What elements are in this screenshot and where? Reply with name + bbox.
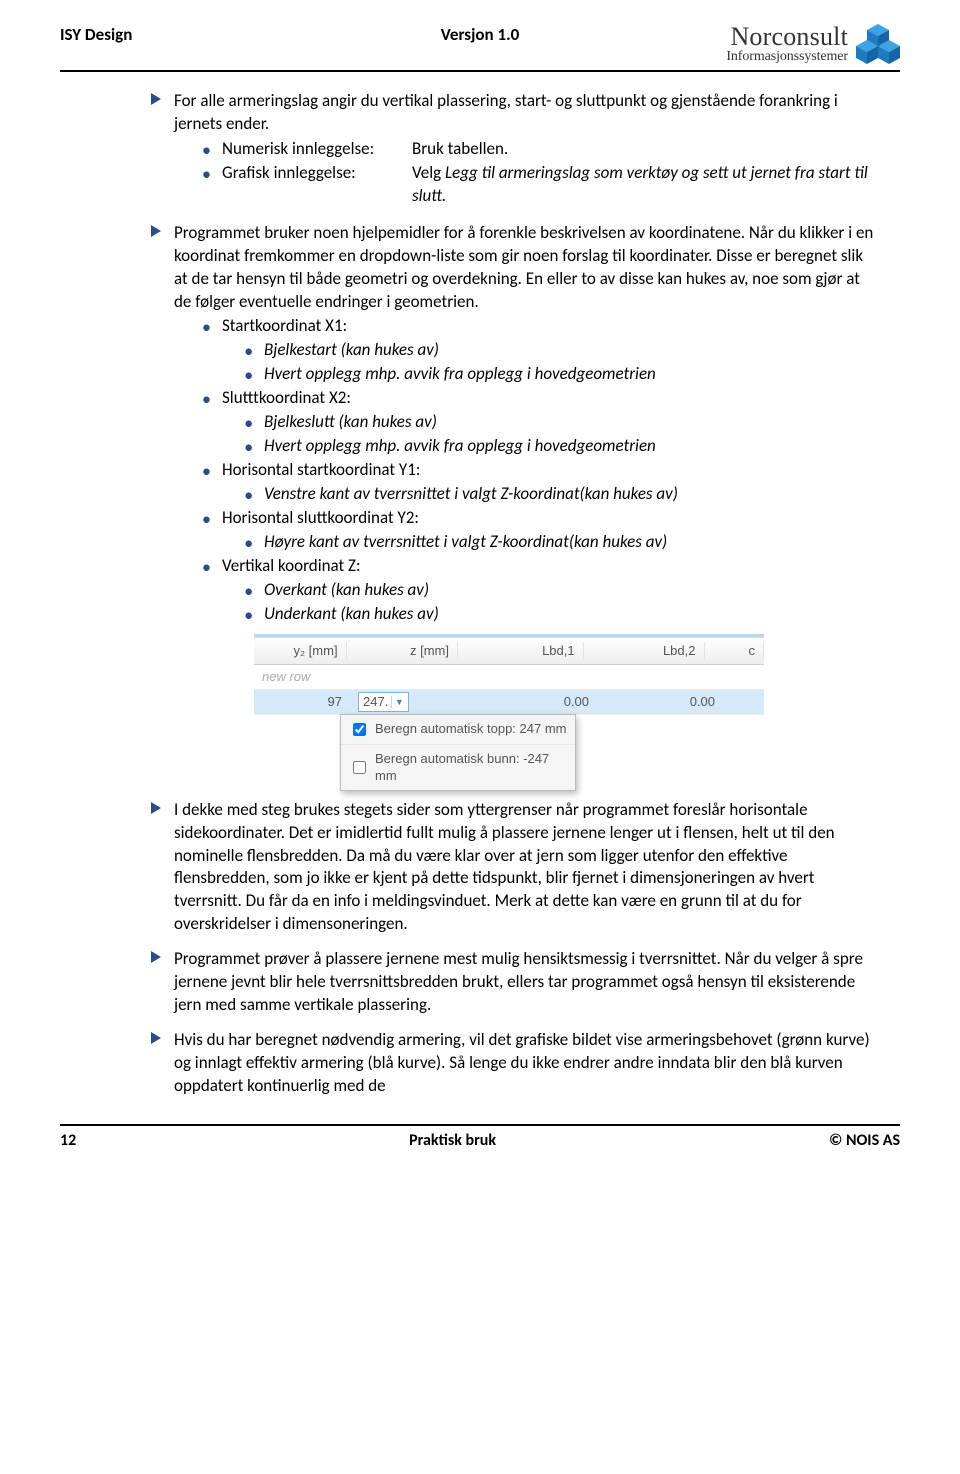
arrow-icon xyxy=(150,222,174,787)
list-item: Hvert opplegg mhp. avvik fra opplegg i h… xyxy=(244,363,880,386)
dropdown[interactable]: Beregn automatisk topp: 247 mm Beregn au… xyxy=(340,714,576,791)
arrow-icon xyxy=(150,1029,174,1098)
logo-title: Norconsult xyxy=(726,24,848,50)
list-item: Numerisk innleggelse: Bruk tabellen. xyxy=(202,138,880,161)
list-item: Bjelkeslutt (kan hukes av) xyxy=(244,411,880,434)
list-item: Høyre kant av tverrsnittet i valgt Z-koo… xyxy=(244,531,880,554)
dropdown-option[interactable]: Beregn automatisk bunn: -247 mm xyxy=(341,745,575,790)
arrow-icon xyxy=(150,948,174,1017)
paragraph: I dekke med steg brukes stegets sider so… xyxy=(174,799,880,937)
arrow-icon xyxy=(150,799,174,937)
doc-title-center: Versjon 1.0 xyxy=(441,24,520,47)
list-item: Hvert opplegg mhp. avvik fra opplegg i h… xyxy=(244,435,880,458)
page-number: 12 xyxy=(60,1130,76,1152)
cell[interactable]: 97 xyxy=(254,693,350,711)
list-item: Vertikal koordinat Z: Overkant (kan huke… xyxy=(202,555,880,626)
input-value: 247. xyxy=(363,693,388,711)
column-header[interactable]: Lbd,1 xyxy=(458,642,584,660)
value: Velg Legg til armeringslag som verktøy o… xyxy=(412,162,880,208)
checkbox[interactable] xyxy=(353,761,366,774)
list-item: Slutttkoordinat X2: Bjelkeslutt (kan huk… xyxy=(202,387,880,458)
paragraph: Hvis du har beregnet nødvendig armering,… xyxy=(174,1029,880,1098)
cell[interactable]: 0.00 xyxy=(466,693,597,711)
list-item: Venstre kant av tverrsnittet i valgt Z-k… xyxy=(244,483,880,506)
list-item: Grafisk innleggelse: Velg Legg til armer… xyxy=(202,162,880,208)
table-row-new[interactable]: new row xyxy=(254,665,764,690)
checkbox[interactable] xyxy=(353,723,366,736)
text: Programmet bruker noen hjelpemidler for … xyxy=(174,222,873,312)
list-item: Horisontal startkoordinat Y1: Venstre ka… xyxy=(202,459,880,506)
list-item: Overkant (kan hukes av) xyxy=(244,579,880,602)
header-divider xyxy=(60,70,900,72)
footer-center: Praktisk bruk xyxy=(409,1130,496,1152)
cell[interactable]: 0.00 xyxy=(597,693,723,711)
doc-title-left: ISY Design xyxy=(60,24,132,47)
list-item: Startkoordinat X1: Bjelkestart (kan huke… xyxy=(202,315,880,386)
dropdown-option[interactable]: Beregn automatisk topp: 247 mm xyxy=(341,715,575,745)
chevron-down-icon[interactable]: ▼ xyxy=(391,696,406,708)
list-item: Bjelkestart (kan hukes av) xyxy=(244,339,880,362)
label: Numerisk innleggelse: xyxy=(222,138,412,161)
text: Velg xyxy=(412,162,445,183)
label: Grafisk innleggelse: xyxy=(222,162,412,208)
list-item: Horisontal sluttkoordinat Y2: Høyre kant… xyxy=(202,507,880,554)
column-header[interactable]: Lbd,2 xyxy=(584,642,705,660)
z-input[interactable]: 247. ▼ xyxy=(358,692,409,712)
logo: Norconsult Informasjonssystemer xyxy=(726,24,900,64)
list-item: Underkant (kan hukes av) xyxy=(244,603,880,626)
option-label: Beregn automatisk topp: 247 mm xyxy=(375,720,567,738)
cubes-icon xyxy=(856,24,900,64)
paragraph: For alle armeringslag angir du vertikal … xyxy=(174,90,880,210)
column-header[interactable]: y₂ [mm] xyxy=(254,642,347,660)
footer-divider xyxy=(60,1124,900,1126)
paragraph: Programmet prøver å plassere jernene mes… xyxy=(174,948,880,1017)
paragraph: Programmet bruker noen hjelpemidler for … xyxy=(174,222,880,787)
arrow-icon xyxy=(150,90,174,210)
option-label: Beregn automatisk bunn: -247 mm xyxy=(375,750,567,785)
column-header[interactable]: z [mm] xyxy=(347,642,458,660)
cell-z[interactable]: 247. ▼ Beregn automatisk topp: 247 mm xyxy=(350,692,466,712)
table-header: y₂ [mm] z [mm] Lbd,1 Lbd,2 c xyxy=(254,637,764,665)
column-header[interactable]: c xyxy=(705,642,765,660)
logo-subtitle: Informasjonssystemer xyxy=(726,50,848,64)
value: Bruk tabellen. xyxy=(412,138,508,161)
text: For alle armeringslag angir du vertikal … xyxy=(174,90,838,134)
text: Legg til armeringslag som verktøy og set… xyxy=(412,162,868,206)
embedded-grid: y₂ [mm] z [mm] Lbd,1 Lbd,2 c new row 97 xyxy=(254,634,764,769)
footer-right: © NOIS AS xyxy=(829,1130,900,1152)
table-row[interactable]: 97 247. ▼ Beregn automatisk topp: 247 mm xyxy=(254,690,764,715)
placeholder-text: new row xyxy=(254,668,318,686)
